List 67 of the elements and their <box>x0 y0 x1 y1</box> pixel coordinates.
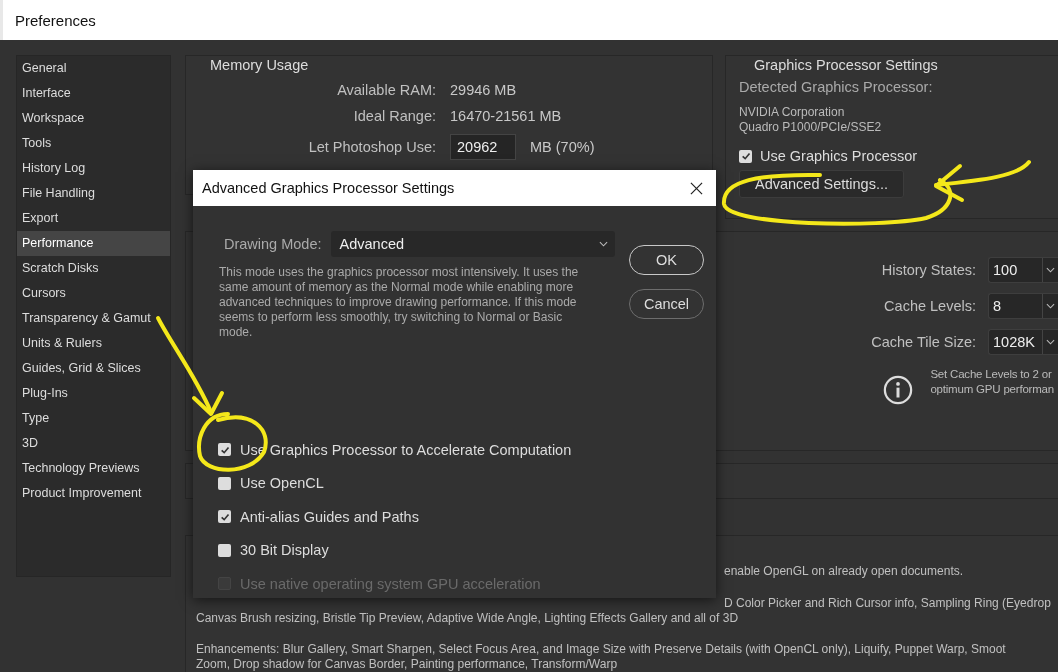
note-text: Enhancements: Blur Gallery, Smart Sharpen, Select Focus Area, and Image Size with Preserve Details (with OpenCL only), Liquify, Puppet Warp, Smoot <box>196 642 1006 657</box>
chevron-icon <box>1046 267 1055 273</box>
field-label: Cache Levels: <box>883 298 976 314</box>
description-text: This mode uses the graphics processor most intensively. It uses the same amount of memory as the Normal mode while enabling more advanced techniques to improve drawing performance. If this mode seems to perform less smoothly, try switching to Normal or Basic mode. <box>219 265 580 340</box>
sidebar-item[interactable]: Performance <box>17 231 170 256</box>
field-label: Cache Tile Size: <box>871 334 976 350</box>
sidebar-item[interactable]: Scratch Disks <box>17 256 170 281</box>
sidebar-item[interactable]: Type <box>17 406 170 431</box>
memory-input[interactable]: 20962 <box>450 134 516 160</box>
field-label: History States: <box>880 262 976 278</box>
dialog-button[interactable]: OK <box>629 245 704 275</box>
sidebar-item[interactable]: Cursors <box>17 281 170 306</box>
dropdown[interactable]: 8 <box>988 293 1058 319</box>
dialog-button[interactable]: Cancel <box>629 289 704 319</box>
gpu-name: Quadro P1000/PCIe/SSE2 <box>739 120 883 135</box>
note-text: Zoom, Drop shadow for Canvas Border, Painting performance, Transform/Warp <box>196 657 618 672</box>
panel-title: Memory Usage <box>210 57 309 73</box>
checkbox-label: Anti-alias Guides and Paths <box>240 508 419 525</box>
checkbox[interactable] <box>218 443 231 456</box>
note-text: Canvas Brush resizing, Bristle Tip Preview, Adaptive Wide Angle, Lighting Effects Gallery and all of 3D <box>196 611 739 626</box>
note-text: enable OpenGL on already open documents. <box>724 564 964 579</box>
checkbox[interactable] <box>218 476 231 490</box>
checkbox[interactable] <box>218 510 231 523</box>
field-label: Ideal Range: <box>352 108 436 124</box>
chevron-icon <box>599 241 608 247</box>
window-title: Preferences <box>15 11 96 29</box>
sidebar-item[interactable]: History Log <box>17 156 170 181</box>
unit-label: MB (70%) <box>530 139 595 155</box>
close-icon[interactable] <box>690 181 703 195</box>
info-text: optimum GPU performan <box>930 382 1054 397</box>
checkbox-label: Use native operating system GPU acceleration <box>240 575 541 592</box>
advanced-settings-button[interactable]: Advanced Settings... <box>739 170 904 198</box>
dropdown[interactable]: 1028K <box>988 329 1058 355</box>
info-icon <box>883 375 914 405</box>
chevron-icon <box>1046 339 1055 345</box>
sidebar-item[interactable]: Guides, Grid & Slices <box>17 356 170 381</box>
dropdown[interactable]: 100 <box>988 257 1058 283</box>
field-label: Detected Graphics Processor: <box>739 79 934 95</box>
field-value: 16470-21561 MB <box>450 108 563 124</box>
field-label: Available RAM: <box>336 82 436 98</box>
checkbox-label: 30 Bit Display <box>240 542 329 558</box>
checkbox[interactable] <box>218 543 231 557</box>
field-label: Drawing Mode: <box>224 236 322 252</box>
sidebar-item[interactable]: Export <box>17 206 170 231</box>
sidebar-item[interactable]: Tools <box>17 131 170 156</box>
field-value: 29946 MB <box>450 82 518 98</box>
sidebar-item[interactable]: Product Improvement <box>17 481 170 506</box>
gpu-name: NVIDIA Corporation <box>739 105 846 120</box>
info-text: Set Cache Levels to 2 or <box>930 367 1053 382</box>
sidebar-item[interactable]: File Handling <box>17 181 170 206</box>
sidebar-item[interactable]: Transparency & Gamut <box>17 306 170 331</box>
panel-title: Graphics Processor Settings <box>754 57 938 73</box>
sidebar-item[interactable]: General <box>17 56 170 81</box>
sidebar-item[interactable]: 3D <box>17 431 170 456</box>
sidebar-item[interactable]: Plug-Ins <box>17 381 170 406</box>
chevron-icon <box>1046 303 1055 309</box>
checkbox-label: Use Graphics Processor <box>760 148 918 164</box>
checkbox[interactable] <box>739 149 752 163</box>
note-text: D Color Picker and Rich Cursor info, Sampling Ring (Eyedrop <box>724 596 1051 611</box>
sidebar-item[interactable]: Technology Previews <box>17 456 170 481</box>
dialog-title: Advanced Graphics Processor Settings <box>202 180 455 196</box>
field-label: Let Photoshop Use: <box>307 139 436 155</box>
checkbox-label: Use OpenCL <box>240 475 324 491</box>
dropdown[interactable]: Advanced <box>330 231 615 257</box>
sidebar-item[interactable]: Units & Rulers <box>17 331 170 356</box>
sidebar-item[interactable]: Interface <box>17 81 170 106</box>
sidebar-item[interactable]: Workspace <box>17 106 170 131</box>
